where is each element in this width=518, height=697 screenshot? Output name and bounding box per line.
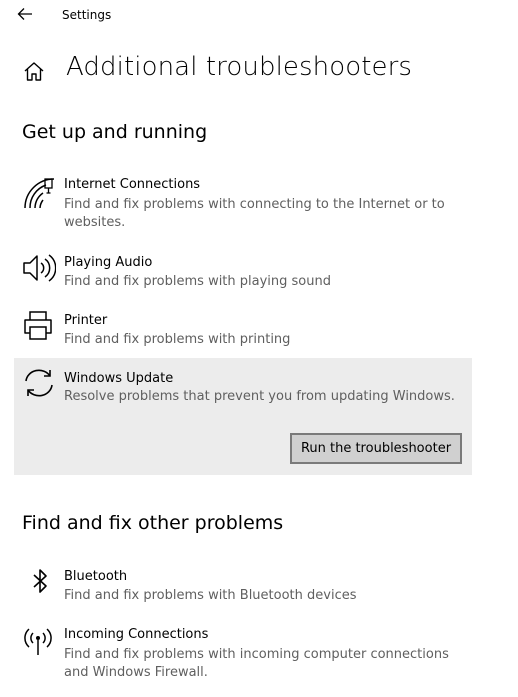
item-name: Incoming Connections <box>64 627 209 642</box>
item-name: Windows Update <box>64 371 174 386</box>
run-troubleshooter-button[interactable]: Run the troubleshooter <box>290 433 462 464</box>
section-heading-find-and-fix-other-problems: Find and fix other problems <box>22 512 284 534</box>
item-description: Find and fix problems with incoming comp… <box>64 647 449 680</box>
troubleshooter-windows-update[interactable]: Windows Update Resolve problems that pre… <box>14 358 472 475</box>
item-description: Find and fix problems with connecting to… <box>64 197 445 230</box>
troubleshooter-incoming-connections[interactable]: Incoming Connections Find and fix proble… <box>14 621 472 687</box>
home-button[interactable] <box>22 60 46 84</box>
item-name: Bluetooth <box>64 569 128 584</box>
back-button[interactable] <box>14 4 36 24</box>
troubleshooter-internet-connections[interactable]: Internet Connections Find and fix proble… <box>14 170 472 238</box>
item-description: Find and fix problems with printing <box>64 332 291 347</box>
bluetooth-icon <box>22 565 56 599</box>
back-arrow-icon <box>17 8 32 20</box>
sync-icon <box>22 366 56 400</box>
item-description: Find and fix problems with Bluetooth dev… <box>64 588 357 603</box>
page-title: Additional troubleshooters <box>66 52 413 82</box>
troubleshooter-bluetooth[interactable]: Bluetooth Find and fix problems with Blu… <box>14 563 472 611</box>
printer-icon <box>22 309 56 343</box>
title-bar: Settings <box>0 0 518 30</box>
item-name: Internet Connections <box>64 177 201 192</box>
antenna-icon <box>22 623 56 657</box>
troubleshooter-playing-audio[interactable]: Playing Audio Find and fix problems with… <box>14 249 472 297</box>
section-heading-get-up-and-running: Get up and running <box>22 121 208 143</box>
wifi-icon <box>22 176 56 210</box>
home-icon <box>24 62 44 81</box>
item-name: Playing Audio <box>64 255 153 270</box>
item-description: Find and fix problems with playing sound <box>64 274 331 289</box>
item-description: Resolve problems that prevent you from u… <box>64 389 455 404</box>
item-name: Printer <box>64 313 108 328</box>
speaker-icon <box>22 251 57 285</box>
app-title: Settings <box>62 8 112 22</box>
troubleshooter-printer[interactable]: Printer Find and fix problems with print… <box>14 307 472 355</box>
